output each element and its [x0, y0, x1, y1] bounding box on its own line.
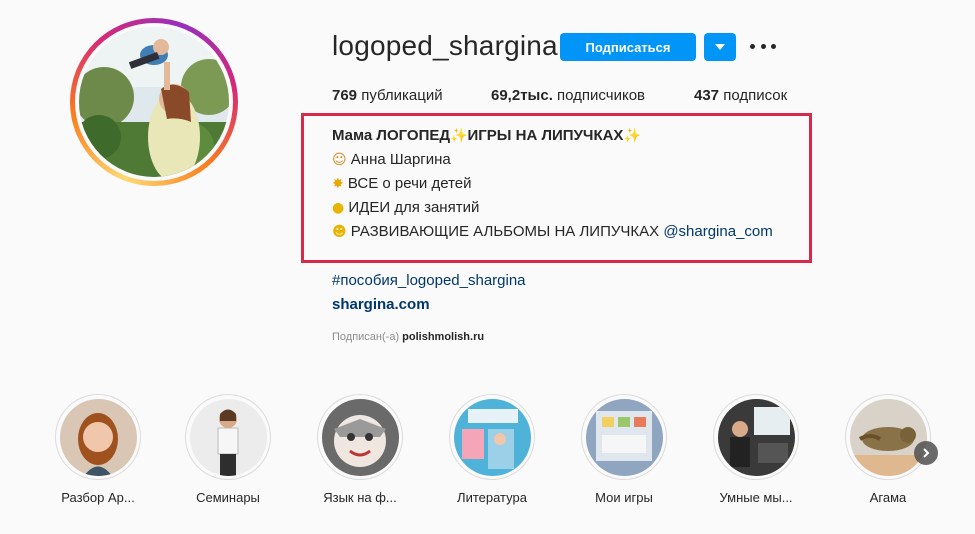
story-highlight[interactable]: Язык на ф... [310, 394, 410, 505]
profile-avatar[interactable] [70, 18, 238, 186]
avatar-photo [79, 27, 229, 177]
bio-website-link[interactable]: shargina.com [332, 296, 430, 313]
sparkles-icon: ✨ [450, 128, 468, 144]
highlight-cover [585, 398, 663, 476]
followers-stat[interactable]: 69,2тыс. подписчиков [491, 87, 645, 104]
bio-line-speech: ✸ ВСЕ о речи детей [332, 175, 472, 192]
bio-line-ideas: ● ИДЕИ для занятий [332, 199, 480, 216]
story-highlight[interactable]: Семинары [178, 394, 278, 505]
bio-line-name: ☺ Анна Шаргина [332, 151, 451, 168]
followed-by[interactable]: Подписан(-а) polishmolish.ru [332, 331, 484, 343]
woman-icon: ☺ [332, 152, 347, 168]
baby-icon: ☻ [332, 224, 347, 240]
profile-username: logoped_shargina [332, 30, 558, 61]
sparkles-icon: ✨ [623, 128, 641, 144]
story-highlight[interactable]: Умные мы... [706, 394, 806, 505]
bio-hashtag-link[interactable]: #пособия_logoped_shargina [332, 272, 526, 289]
bio-line-albums: ☻ РАЗВИВАЮЩИЕ АЛЬБОМЫ НА ЛИПУЧКАХ @sharg… [332, 223, 773, 240]
story-highlight[interactable]: Разбор Ар... [48, 394, 148, 505]
story-highlight[interactable]: Мои игры [574, 394, 674, 505]
collision-icon: ✸ [332, 176, 344, 192]
highlight-cover [321, 398, 399, 476]
chevron-down-icon [715, 44, 725, 50]
story-highlight[interactable]: Литература [442, 394, 542, 505]
profile-page: logoped_shargina Подписаться 769 публика… [0, 0, 975, 534]
highlight-cover [849, 398, 927, 476]
highlight-cover [189, 398, 267, 476]
highlight-cover [59, 398, 137, 476]
highlight-cover [717, 398, 795, 476]
posts-stat: 769 публикаций [332, 87, 443, 104]
chevron-right-icon [923, 448, 930, 458]
more-dots-icon [750, 43, 755, 49]
suggestions-dropdown-button[interactable] [704, 33, 736, 61]
highlights-next-button[interactable] [914, 441, 938, 465]
following-stat[interactable]: 437 подписок [694, 87, 787, 104]
follow-button[interactable]: Подписаться [560, 33, 696, 61]
bio-title: Мама ЛОГОПЕД✨ИГРЫ НА ЛИПУЧКАХ✨ [332, 127, 641, 144]
highlight-cover [453, 398, 531, 476]
bio-mention-link[interactable]: @shargina_com [663, 223, 772, 240]
lightbulb-icon: ● [332, 200, 345, 216]
more-options-button[interactable] [750, 38, 776, 54]
